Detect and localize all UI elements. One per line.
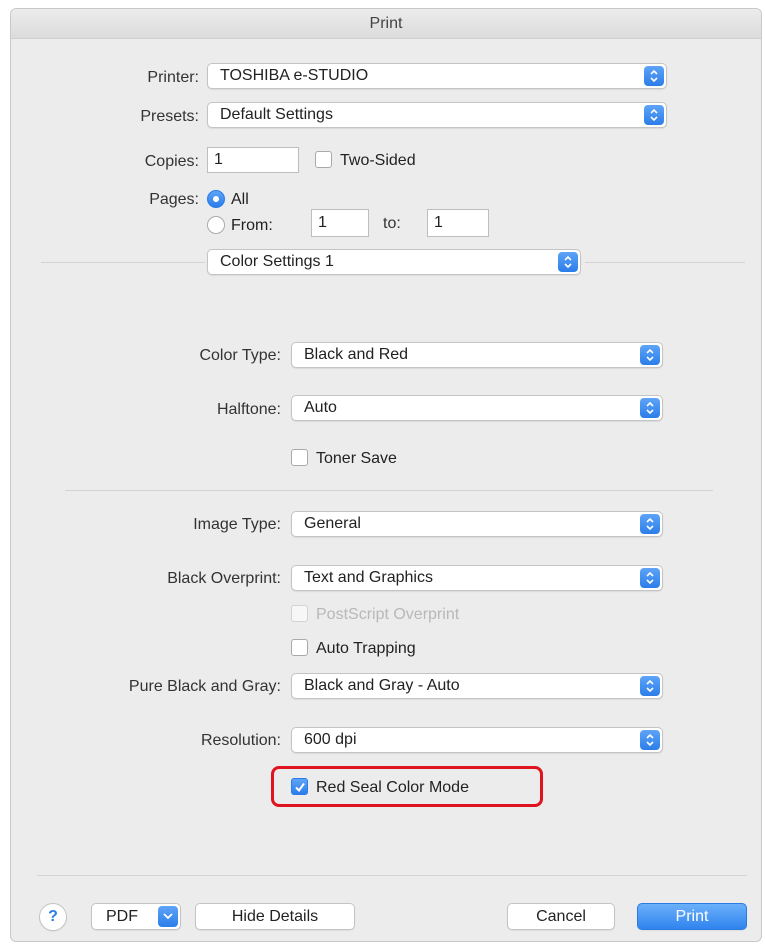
pdf-label: PDF: [106, 908, 138, 925]
chevron-updown-icon: [640, 730, 660, 750]
resolution-value: 600 dpi: [304, 731, 357, 748]
black-overprint-label: Black Overprint:: [167, 570, 281, 587]
red-seal-label: Red Seal Color Mode: [316, 779, 469, 796]
pages-all-radio[interactable]: All: [207, 189, 249, 211]
halftone-select[interactable]: Auto: [291, 395, 663, 421]
auto-trapping-label: Auto Trapping: [316, 640, 416, 657]
image-type-value: General: [304, 515, 361, 532]
pages-to-field[interactable]: 1: [427, 209, 489, 237]
checkbox-icon: [291, 605, 308, 622]
cancel-button[interactable]: Cancel: [507, 903, 615, 930]
two-sided-checkbox[interactable]: Two-Sided: [315, 150, 416, 172]
chevron-updown-icon: [644, 66, 664, 86]
pages-to-label: to:: [383, 215, 401, 232]
pdf-menu-button[interactable]: PDF: [91, 903, 181, 930]
toner-save-checkbox[interactable]: Toner Save: [291, 448, 397, 470]
separator: [585, 262, 745, 263]
radio-icon: [207, 216, 225, 234]
checkbox-icon: [291, 639, 308, 656]
panel-select[interactable]: Color Settings 1: [207, 249, 581, 275]
pages-from-radio[interactable]: From:: [207, 215, 273, 237]
pages-label: Pages:: [149, 191, 199, 208]
separator: [65, 490, 713, 491]
chevron-updown-icon: [640, 398, 660, 418]
window-title: Print: [11, 9, 761, 39]
chevron-down-icon: [158, 906, 178, 927]
two-sided-label: Two-Sided: [340, 152, 416, 169]
resolution-label: Resolution:: [200, 732, 281, 749]
resolution-select[interactable]: 600 dpi: [291, 727, 663, 753]
copies-label: Copies:: [144, 153, 199, 170]
presets-label: Presets:: [140, 108, 199, 125]
print-button[interactable]: Print: [637, 903, 747, 930]
print-dialog: Print Printer: TOSHIBA e-STUDIO Presets:…: [10, 8, 762, 942]
color-type-value: Black and Red: [304, 346, 409, 363]
image-type-label: Image Type:: [193, 516, 281, 533]
chevron-updown-icon: [640, 345, 660, 365]
separator: [37, 875, 747, 876]
color-type-label: Color Type:: [199, 347, 281, 364]
checkmark-icon: [291, 778, 308, 795]
chevron-updown-icon: [640, 514, 660, 534]
printer-label: Printer:: [147, 69, 199, 86]
copies-field[interactable]: 1: [207, 147, 299, 173]
help-button[interactable]: ?: [39, 903, 67, 931]
postscript-overprint-label: PostScript Overprint: [316, 606, 460, 623]
chevron-updown-icon: [640, 676, 660, 696]
help-icon: ?: [48, 908, 58, 925]
pure-black-gray-select[interactable]: Black and Gray - Auto: [291, 673, 663, 699]
black-overprint-value: Text and Graphics: [304, 569, 433, 586]
radio-selected-icon: [207, 190, 225, 208]
presets-value: Default Settings: [220, 106, 333, 123]
pure-black-gray-value: Black and Gray - Auto: [304, 677, 460, 694]
pages-from-field[interactable]: 1: [311, 209, 369, 237]
auto-trapping-checkbox[interactable]: Auto Trapping: [291, 638, 416, 660]
toner-save-label: Toner Save: [316, 450, 397, 467]
halftone-value: Auto: [304, 399, 337, 416]
color-type-select[interactable]: Black and Red: [291, 342, 663, 368]
image-type-select[interactable]: General: [291, 511, 663, 537]
separator: [41, 262, 205, 263]
pages-all-label: All: [231, 191, 249, 208]
pages-from-label: From:: [231, 217, 273, 234]
postscript-overprint-checkbox: PostScript Overprint: [291, 604, 459, 626]
red-seal-checkbox[interactable]: Red Seal Color Mode: [291, 777, 469, 799]
presets-select[interactable]: Default Settings: [207, 102, 667, 128]
checkbox-icon: [315, 151, 332, 168]
chevron-updown-icon: [558, 252, 578, 272]
black-overprint-select[interactable]: Text and Graphics: [291, 565, 663, 591]
chevron-updown-icon: [644, 105, 664, 125]
printer-select[interactable]: TOSHIBA e-STUDIO: [207, 63, 667, 89]
hide-details-button[interactable]: Hide Details: [195, 903, 355, 930]
halftone-label: Halftone:: [216, 401, 281, 418]
pure-black-gray-label: Pure Black and Gray:: [128, 678, 281, 695]
panel-value: Color Settings 1: [220, 253, 334, 270]
checkbox-icon: [291, 449, 308, 466]
chevron-updown-icon: [640, 568, 660, 588]
printer-value: TOSHIBA e-STUDIO: [220, 67, 369, 84]
